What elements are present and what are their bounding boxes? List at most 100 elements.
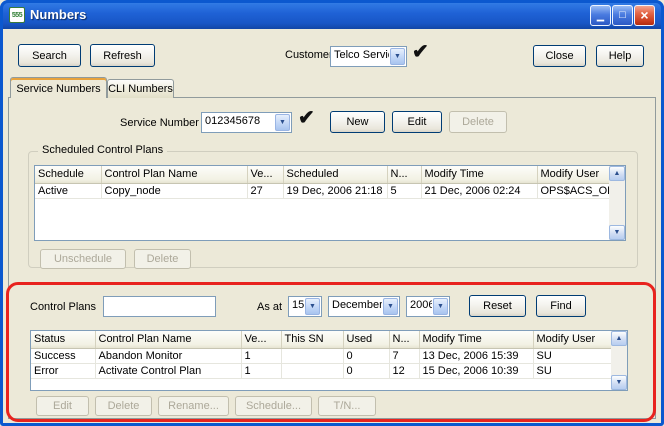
table-cell: Error xyxy=(31,363,96,379)
customer-select[interactable]: Telco Services ▼ xyxy=(330,46,407,67)
window-title: Numbers xyxy=(30,7,87,22)
column-header[interactable]: Used xyxy=(343,331,390,349)
column-header[interactable]: Scheduled xyxy=(283,166,388,184)
table-cell: SU xyxy=(533,363,612,379)
vertical-scrollbar[interactable]: ▲ ▼ xyxy=(609,166,625,240)
find-button[interactable]: Find xyxy=(536,295,586,317)
dropdown-arrow-glyph: ▼ xyxy=(394,53,401,60)
scheduled-control-plans-title: Scheduled Control Plans xyxy=(38,144,168,156)
column-header[interactable]: Ve... xyxy=(247,166,284,184)
control-plans-grid: Status Control Plan Name Ve... This SN Used N… xyxy=(31,331,612,379)
app-icon: 555 xyxy=(9,7,25,23)
search-button[interactable]: Search xyxy=(18,44,81,67)
column-header[interactable]: N... xyxy=(389,331,420,349)
year-select[interactable]: 2006 ▼ xyxy=(406,296,450,317)
rename-plan-button: Rename... xyxy=(158,396,229,416)
dropdown-arrow-glyph: ▼ xyxy=(309,303,316,310)
chevron-down-icon[interactable]: ▼ xyxy=(433,298,448,315)
column-header[interactable]: Modify User xyxy=(533,331,612,349)
month-select[interactable]: December ▼ xyxy=(328,296,400,317)
chevron-down-icon[interactable]: ▼ xyxy=(305,298,320,315)
table-cell: 12 xyxy=(389,363,420,379)
scroll-down-icon: ▼ xyxy=(613,229,621,236)
scroll-down-icon: ▼ xyxy=(615,379,623,386)
scroll-down-button[interactable]: ▼ xyxy=(609,225,625,240)
column-header[interactable]: Control Plan Name xyxy=(95,331,242,349)
maximize-button[interactable]: □ xyxy=(612,5,633,26)
service-number-select[interactable]: 012345678 ▼ xyxy=(201,112,292,133)
chevron-down-icon[interactable]: ▼ xyxy=(383,298,398,315)
column-header[interactable]: Status xyxy=(31,331,96,349)
table-cell: SU xyxy=(533,348,612,364)
scroll-up-icon: ▲ xyxy=(613,170,621,177)
dropdown-arrow-glyph: ▼ xyxy=(387,303,394,310)
dropdown-arrow-glyph: ▼ xyxy=(279,119,286,126)
table-cell: Activate Control Plan xyxy=(95,363,242,379)
numbers-window: 555 Numbers ▁ □ × Search Refresh Custome… xyxy=(0,0,664,426)
month-select-value: December xyxy=(332,299,382,311)
table-cell: 5 xyxy=(387,183,422,199)
column-header[interactable]: Modify Time xyxy=(421,166,538,184)
chevron-down-icon[interactable]: ▼ xyxy=(275,114,290,131)
table-cell: 0 xyxy=(343,348,390,364)
table-header-row: Schedule Control Plan Name Ve... Scheduled N… xyxy=(35,166,610,184)
refresh-button[interactable]: Refresh xyxy=(90,44,155,67)
column-header[interactable]: This SN xyxy=(281,331,344,349)
table-cell xyxy=(281,363,344,379)
tab-cli-numbers[interactable]: CLI Numbers xyxy=(107,79,174,98)
control-plans-label: Control Plans xyxy=(30,301,97,313)
day-select-value: 15 xyxy=(292,299,304,311)
year-select-value: 2006 xyxy=(410,299,432,311)
table-cell: OPS$ACS_OPER xyxy=(537,183,610,199)
minimize-button[interactable]: ▁ xyxy=(590,5,611,26)
close-window-button[interactable]: × xyxy=(634,5,655,26)
close-button[interactable]: Close xyxy=(533,45,586,67)
table-cell: 7 xyxy=(389,348,420,364)
table-cell: Abandon Monitor xyxy=(95,348,242,364)
reset-button[interactable]: Reset xyxy=(469,295,526,317)
table-cell: Active xyxy=(35,183,102,199)
tab-service-numbers[interactable]: Service Numbers xyxy=(10,77,107,98)
table-cell: 0 xyxy=(343,363,390,379)
control-plans-filter-input[interactable] xyxy=(103,296,216,317)
column-header[interactable]: Modify Time xyxy=(419,331,534,349)
scroll-up-icon: ▲ xyxy=(615,335,623,342)
column-header[interactable]: Control Plan Name xyxy=(101,166,248,184)
customer-select-value: Telco Services xyxy=(334,49,389,61)
scroll-down-button[interactable]: ▼ xyxy=(611,375,627,390)
as-at-label: As at xyxy=(257,301,283,313)
help-button[interactable]: Help xyxy=(596,45,644,67)
edit-button[interactable]: Edit xyxy=(392,111,442,133)
table-row[interactable]: Success Abandon Monitor 1 0 7 13 Dec, 2006 15… xyxy=(31,348,612,364)
table-cell: 19 Dec, 2006 21:18 xyxy=(283,183,388,199)
scheduled-plans-table: Schedule Control Plan Name Ve... Scheduled N… xyxy=(34,165,626,241)
table-cell: Success xyxy=(31,348,96,364)
column-header[interactable]: Ve... xyxy=(241,331,282,349)
table-cell: 13 Dec, 2006 15:39 xyxy=(419,348,534,364)
new-button[interactable]: New xyxy=(330,111,385,133)
scroll-up-button[interactable]: ▲ xyxy=(611,331,627,346)
scroll-up-button[interactable]: ▲ xyxy=(609,166,625,181)
scrollbar-track[interactable] xyxy=(611,346,627,375)
app-icon-label: 555 xyxy=(11,11,23,19)
vertical-scrollbar[interactable]: ▲ ▼ xyxy=(611,331,627,390)
day-select[interactable]: 15 ▼ xyxy=(288,296,322,317)
chevron-down-icon[interactable]: ▼ xyxy=(390,48,405,65)
delete-scheduled-button: Delete xyxy=(134,249,191,269)
scrollbar-track[interactable] xyxy=(609,181,625,225)
table-row[interactable]: Active Copy_node 27 19 Dec, 2006 21:18 5 21 D… xyxy=(35,183,610,199)
table-header-row: Status Control Plan Name Ve... This SN Used N… xyxy=(31,331,612,349)
column-header[interactable]: N... xyxy=(387,166,422,184)
service-number-valid-check-icon: ✔ xyxy=(298,107,315,129)
title-bar[interactable]: 555 Numbers ▁ □ × xyxy=(0,0,664,29)
service-number-select-value: 012345678 xyxy=(205,115,261,127)
column-header[interactable]: Schedule xyxy=(35,166,102,184)
column-header[interactable]: Modify User xyxy=(537,166,610,184)
table-cell xyxy=(281,348,344,364)
table-cell: 1 xyxy=(241,363,282,379)
maximize-icon: □ xyxy=(619,9,626,21)
delete-plan-button: Delete xyxy=(95,396,152,416)
dropdown-arrow-glyph: ▼ xyxy=(437,303,444,310)
table-row[interactable]: Error Activate Control Plan 1 0 12 15 Dec, 20… xyxy=(31,363,612,379)
minimize-icon: ▁ xyxy=(597,11,604,21)
